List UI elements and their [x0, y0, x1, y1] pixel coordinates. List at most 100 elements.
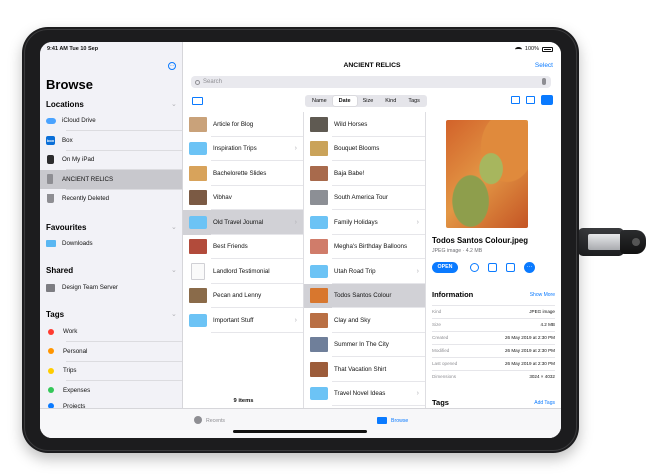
list-item[interactable]: Article for Blog	[183, 112, 303, 137]
sidebar-item-ancient-relics[interactable]: ANCIENT RELICS	[40, 169, 182, 189]
sidebar-item-label: Personal	[63, 347, 88, 355]
sidebar-item-icloud-drive[interactable]: iCloud Drive	[40, 111, 182, 130]
list-item[interactable]: Travel Novel Ideas ›	[304, 382, 425, 407]
chevron-right-icon: ›	[294, 145, 297, 153]
sidebar-item-label: Trips	[63, 367, 77, 374]
information-title: Information	[432, 290, 474, 299]
sidebar-item-work[interactable]: Work	[40, 322, 182, 341]
sort-kind[interactable]: Kind	[379, 96, 402, 106]
list-item[interactable]: Landlord Testimonial	[183, 259, 303, 284]
status-time: 9:41 AM Tue 10 Sep	[47, 46, 99, 52]
new-folder-icon[interactable]	[192, 97, 203, 105]
section-tags: Tags	[46, 310, 65, 319]
show-more-link[interactable]: Show More	[530, 292, 555, 298]
sidebar-title: Browse	[46, 77, 93, 92]
chevron-down-icon[interactable]: ⌄	[171, 266, 177, 274]
clock-icon[interactable]	[194, 416, 202, 424]
tag-color-dot-icon	[48, 387, 54, 393]
item-label: Wild Horses	[334, 120, 368, 128]
select-button[interactable]: Select	[535, 62, 553, 69]
item-label: Best Friends	[213, 243, 248, 251]
sort-tags[interactable]: Tags	[402, 96, 426, 106]
item-label: Megha's Birthday Balloons	[334, 243, 408, 251]
list-item[interactable]: Clay and Sky	[304, 308, 425, 333]
column-view-icon[interactable]	[541, 95, 553, 105]
share-icon[interactable]	[488, 263, 497, 272]
sidebar-item-on-my-ipad[interactable]: On My iPad	[40, 150, 182, 169]
grid-view-icon[interactable]	[511, 96, 520, 104]
list-item[interactable]: Pecan and Lenny	[183, 284, 303, 309]
thumbnail-image	[189, 288, 207, 304]
info-key: Modified	[432, 348, 450, 353]
section-shared: Shared	[46, 266, 74, 275]
list-item[interactable]: Wild Horses	[304, 112, 425, 137]
thumbnail-image	[310, 116, 328, 132]
item-label: Vibhav	[213, 194, 232, 202]
document-icon[interactable]	[506, 263, 515, 272]
main-pane: ANCIENT RELICS Select Search Name Date Siz…	[183, 42, 561, 438]
sidebar-item-label: Box	[62, 136, 73, 144]
thumbnail-image	[310, 337, 328, 353]
chevron-down-icon[interactable]: ⌄	[171, 223, 177, 231]
list-item[interactable]: Summer In The City	[304, 333, 425, 358]
more-icon[interactable]: ···	[168, 62, 176, 70]
list-item[interactable]: Baja Babe!	[304, 161, 425, 186]
sidebar-item-recently-deleted[interactable]: Recently Deleted	[40, 189, 182, 208]
add-tags-link[interactable]: Add Tags	[534, 400, 555, 406]
trash-icon	[47, 194, 54, 203]
info-row-last-opened: Last opened 26 May 2019 at 2:30 PM	[432, 357, 555, 370]
sidebar-item-expenses[interactable]: Expenses	[40, 381, 182, 400]
sidebar-item-personal[interactable]: Personal	[40, 342, 182, 361]
info-value: JPEG image	[529, 309, 555, 314]
server-icon	[46, 283, 55, 292]
folder-icon	[189, 215, 207, 229]
chevron-right-icon: ›	[416, 218, 419, 226]
tab-browse[interactable]: Browse	[391, 418, 408, 424]
search-input[interactable]: Search	[191, 76, 551, 88]
preview-image[interactable]	[446, 120, 528, 228]
list-item[interactable]: Bouquet Blooms	[304, 137, 425, 162]
sort-date[interactable]: Date	[332, 96, 357, 106]
sort-name[interactable]: Name	[306, 96, 333, 106]
list-item[interactable]: That Vacation Shirt	[304, 357, 425, 382]
list-item[interactable]: Utah Road Trip ›	[304, 259, 425, 284]
item-label: Important Stuff	[213, 316, 254, 324]
sidebar-item-design-team-server[interactable]: Design Team Server	[40, 278, 182, 297]
sidebar-item-trips[interactable]: Trips	[40, 361, 182, 380]
list-item[interactable]: Important Stuff ›	[183, 308, 303, 333]
list-item[interactable]: Bachelorette Slides	[183, 161, 303, 186]
more-actions-icon[interactable]: ···	[524, 262, 535, 273]
list-view-icon[interactable]	[526, 96, 535, 104]
sidebar-item-label: Work	[63, 328, 78, 335]
sidebar-item-box[interactable]: box Box	[40, 131, 182, 150]
info-row-created: Created 26 May 2019 at 2:30 PM	[432, 331, 555, 344]
list-item[interactable]: Best Friends	[183, 235, 303, 260]
chevron-down-icon[interactable]: ⌄	[171, 100, 177, 108]
list-item[interactable]: Old Travel Journal ›	[183, 210, 303, 235]
sidebar-item-label: Design Team Server	[62, 284, 118, 291]
folder-icon	[310, 215, 328, 229]
list-item[interactable]: South America Tour	[304, 186, 425, 211]
chevron-right-icon: ›	[416, 390, 419, 398]
thumbnail-image	[310, 239, 328, 255]
thumbnail-image	[189, 116, 207, 132]
list-item[interactable]: Todos Santos Colour	[304, 283, 425, 308]
microphone-icon[interactable]	[542, 78, 546, 85]
list-item[interactable]: Vibhav	[183, 186, 303, 211]
chevron-down-icon[interactable]: ⌄	[171, 310, 177, 318]
thumbnail-image	[310, 288, 328, 304]
folder-icon[interactable]	[377, 417, 387, 424]
list-item[interactable]: Megha's Birthday Balloons	[304, 235, 425, 260]
home-indicator[interactable]	[233, 430, 367, 433]
sidebar-item-downloads[interactable]: Downloads	[40, 234, 182, 253]
column-1: Article for Blog Inspiration Trips › Bachel…	[183, 112, 304, 408]
list-item[interactable]: Family Holidays ›	[304, 210, 425, 235]
list-item[interactable]: Inspiration Trips ›	[183, 137, 303, 162]
info-row-dimensions: Dimensions 3024 × 4032	[432, 370, 555, 383]
markup-icon[interactable]	[470, 263, 479, 272]
sort-size[interactable]: Size	[357, 96, 380, 106]
file-name: Todos Santos Colour.jpeg	[432, 236, 529, 245]
folder-icon	[46, 240, 56, 247]
open-button[interactable]: OPEN	[432, 262, 458, 273]
tab-recents[interactable]: Recents	[206, 418, 225, 424]
